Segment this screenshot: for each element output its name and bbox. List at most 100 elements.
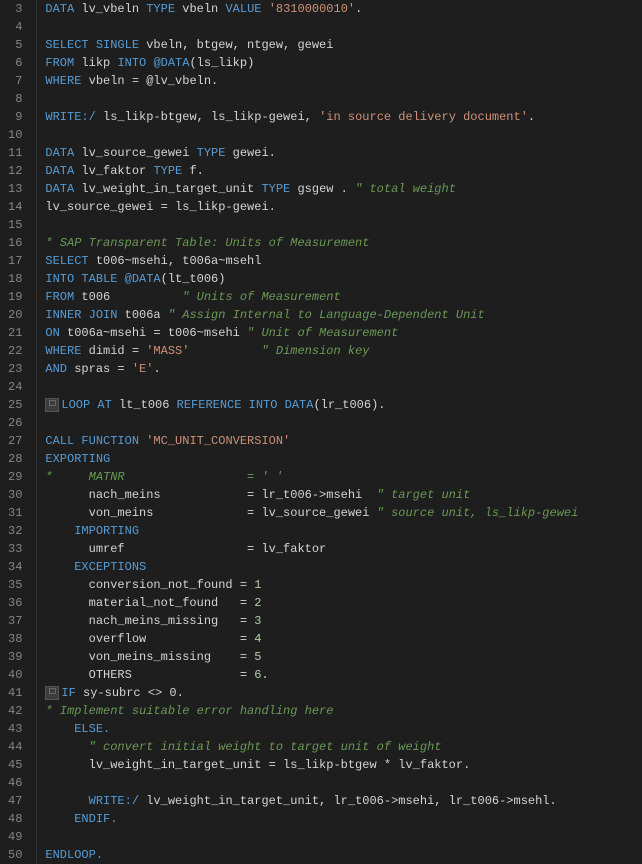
token-kw: INTO [117, 54, 146, 72]
code-line [37, 216, 642, 234]
code-line: umref = lv_faktor [37, 540, 642, 558]
line-number: 18 [8, 270, 28, 288]
token-kw: WHERE [45, 72, 81, 90]
token-plain [146, 54, 153, 72]
token-comment: * SAP Transparent Table: Units of Measur… [45, 234, 369, 252]
token-plain: overflow = [45, 630, 254, 648]
line-number: 4 [8, 18, 28, 36]
token-string: 'E' [132, 360, 154, 378]
token-string: '8310000010' [269, 0, 355, 18]
code-line: ENDLOOP. [37, 846, 642, 864]
line-number: 34 [8, 558, 28, 576]
token-plain: von_meins_missing = [45, 648, 254, 666]
token-plain: vbeln, btgew, ntgew, gewei [139, 36, 333, 54]
code-line: EXPORTING [37, 450, 642, 468]
code-editor: 3456789101112131415161718192021222324252… [0, 0, 642, 864]
token-kw: IMPORTING [45, 522, 139, 540]
token-plain: von_meins = lv_source_gewei [45, 504, 376, 522]
line-number: 37 [8, 612, 28, 630]
line-number: 39 [8, 648, 28, 666]
line-number: 12 [8, 162, 28, 180]
token-kw: IF [61, 684, 75, 702]
collapse-icon[interactable]: □ [45, 686, 59, 700]
code-line: ON t006a~msehi = t006~msehi " Unit of Me… [37, 324, 642, 342]
code-line: nach_meins = lr_t006->msehi " target uni… [37, 486, 642, 504]
token-plain [139, 432, 146, 450]
line-number: 32 [8, 522, 28, 540]
line-number: 26 [8, 414, 28, 432]
token-kw: DATA [45, 144, 74, 162]
line-number: 45 [8, 756, 28, 774]
token-plain: likp [74, 54, 117, 72]
line-number: 11 [8, 144, 28, 162]
token-kw: SELECT [45, 252, 88, 270]
token-kw: VALUE [225, 0, 261, 18]
token-number: 5 [254, 648, 261, 666]
token-kw: ELSE. [45, 720, 110, 738]
token-plain [261, 0, 268, 18]
code-line: von_meins_missing = 5 [37, 648, 642, 666]
token-kw: AND [45, 360, 67, 378]
token-plain: gewei. [225, 144, 275, 162]
token-kw: DATA [45, 180, 74, 198]
token-kw: ON [45, 324, 59, 342]
line-number: 21 [8, 324, 28, 342]
token-plain: . [153, 360, 160, 378]
token-kw: TYPE [153, 162, 182, 180]
token-kw: REFERENCE INTO DATA [177, 396, 314, 414]
collapse-icon[interactable]: □ [45, 398, 59, 412]
code-line [37, 378, 642, 396]
token-plain: gsgew . [290, 180, 355, 198]
line-number: 14 [8, 198, 28, 216]
token-plain: umref = lv_faktor [45, 540, 326, 558]
line-number: 8 [8, 90, 28, 108]
line-number: 15 [8, 216, 28, 234]
token-comment: " Assign Internal to Language-Dependent … [168, 306, 485, 324]
code-line: SELECT t006~msehi, t006a~msehl [37, 252, 642, 270]
code-line: CALL FUNCTION 'MC_UNIT_CONVERSION' [37, 432, 642, 450]
token-plain: OTHERS = [45, 666, 254, 684]
token-plain: . [261, 666, 268, 684]
token-comment: " convert initial weight to target unit … [45, 738, 441, 756]
code-line: □LOOP AT lt_t006 REFERENCE INTO DATA(lr_… [37, 396, 642, 414]
token-kw: INNER JOIN [45, 306, 117, 324]
code-line [37, 126, 642, 144]
token-plain: material_not_found = [45, 594, 254, 612]
token-number: 6 [254, 666, 261, 684]
code-line: INTO TABLE @DATA(lt_t006) [37, 270, 642, 288]
line-number: 20 [8, 306, 28, 324]
code-line: ENDIF. [37, 810, 642, 828]
token-kw: CALL FUNCTION [45, 432, 139, 450]
code-line: * SAP Transparent Table: Units of Measur… [37, 234, 642, 252]
code-line [37, 828, 642, 846]
code-line: DATA lv_faktor TYPE f. [37, 162, 642, 180]
token-plain: nach_meins = lr_t006->msehi [45, 486, 376, 504]
line-number: 33 [8, 540, 28, 558]
line-number: 22 [8, 342, 28, 360]
line-number: 5 [8, 36, 28, 54]
token-plain: ls_likp-btgew, ls_likp-gewei, [96, 108, 319, 126]
line-number: 41 [8, 684, 28, 702]
line-number: 10 [8, 126, 28, 144]
code-content: DATA lv_vbeln TYPE vbeln VALUE '83100000… [37, 0, 642, 864]
code-line: lv_source_gewei = ls_likp-gewei. [37, 198, 642, 216]
line-number: 49 [8, 828, 28, 846]
token-comment: " source unit, ls_likp-gewei [377, 504, 579, 522]
line-number: 27 [8, 432, 28, 450]
token-plain: lv_weight_in_target_unit [74, 180, 261, 198]
line-number: 40 [8, 666, 28, 684]
token-kw: WHERE [45, 342, 81, 360]
token-kw: EXCEPTIONS [45, 558, 146, 576]
token-plain: (ls_likp) [189, 54, 254, 72]
code-line: material_not_found = 2 [37, 594, 642, 612]
line-number: 42 [8, 702, 28, 720]
line-number: 48 [8, 810, 28, 828]
token-kw: @DATA [125, 270, 161, 288]
token-plain: (lt_t006) [161, 270, 226, 288]
line-number: 23 [8, 360, 28, 378]
code-line [37, 18, 642, 36]
line-number: 19 [8, 288, 28, 306]
code-line: SELECT SINGLE vbeln, btgew, ntgew, gewei [37, 36, 642, 54]
token-kw: LOOP AT [61, 396, 111, 414]
token-comment: * MATNR = ' ' [45, 468, 283, 486]
